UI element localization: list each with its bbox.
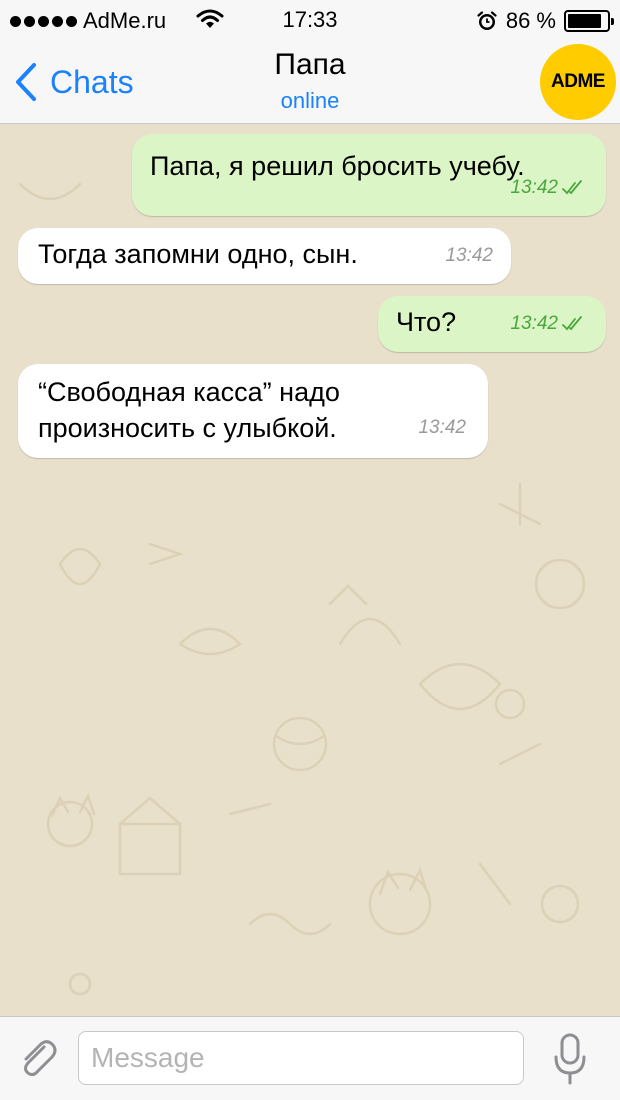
message-list[interactable]: Папа, я решил бросить учебу. 13:42 Тогда…	[0, 124, 620, 1016]
message-meta: 13:42	[510, 306, 588, 342]
chat-header[interactable]: Папа online	[160, 48, 460, 114]
avatar[interactable]: ADME	[540, 44, 616, 120]
message-meta: 13:42	[510, 170, 588, 206]
message-bubble-outgoing[interactable]: Папа, я решил бросить учебу. 13:42	[132, 134, 606, 216]
message-time: 13:42	[445, 245, 493, 266]
message-bubble-outgoing[interactable]: Что? 13:42	[378, 296, 606, 352]
contact-status: online	[280, 88, 340, 113]
chevron-left-icon	[16, 63, 36, 101]
microphone-icon[interactable]	[552, 1031, 588, 1087]
chat-screen: AdMe.ru 17:33 86 % Chats Папа online ADM…	[0, 0, 620, 1100]
message-meta: 13:42	[418, 410, 466, 446]
message-bubble-incoming[interactable]: Тогда запомни одно, сын. 13:42	[18, 228, 511, 284]
message-bubble-incoming[interactable]: “Свободная касса” надо произносить с улы…	[18, 364, 488, 458]
message-time: 13:42	[510, 313, 558, 334]
contact-name: Папа	[274, 48, 346, 81]
avatar-logo-text: ADME	[551, 71, 605, 92]
message-input[interactable]	[78, 1031, 524, 1085]
message-text: Тогда запомни одно, сын.	[38, 239, 358, 269]
message-time: 13:42	[418, 417, 466, 438]
alarm-icon	[477, 11, 497, 30]
status-bar: AdMe.ru 17:33 86 %	[0, 0, 620, 40]
composer-bar	[0, 1016, 620, 1100]
nav-bar: Chats Папа online ADME	[0, 40, 620, 124]
message-text-line: “Свободная касса” надо	[38, 377, 340, 407]
paperclip-icon[interactable]	[14, 1035, 60, 1081]
battery-fill	[568, 14, 601, 28]
back-button-label: Chats	[50, 63, 134, 100]
back-button[interactable]: Chats	[14, 62, 134, 102]
status-right: 86 %	[476, 8, 614, 34]
double-check-icon	[562, 316, 582, 331]
double-check-icon	[562, 180, 582, 195]
message-time: 13:42	[510, 177, 558, 198]
battery-percent: 86 %	[505, 8, 556, 33]
message-meta: 13:42	[445, 238, 493, 274]
message-text-line: произносить с улыбкой.	[38, 413, 337, 443]
battery-icon	[564, 10, 614, 32]
